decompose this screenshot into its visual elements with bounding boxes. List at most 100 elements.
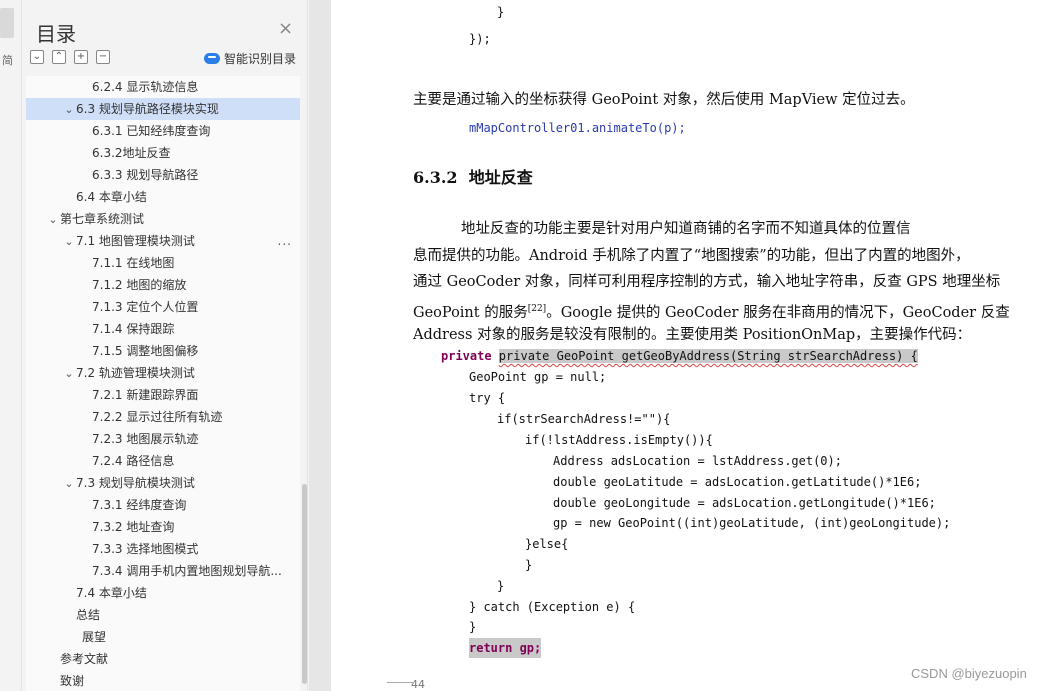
code-line: }	[497, 5, 505, 19]
toc-toolbar: ⌄ ⌃ + −	[30, 50, 110, 68]
code-line: } catch (Exception e) {	[469, 600, 636, 614]
toc-item[interactable]: 6.4 本章小结	[26, 186, 300, 208]
page-number: 44	[411, 678, 425, 691]
toc-item-label: 6.3.1 已知经纬度查询	[92, 124, 211, 138]
toc-item-label: 总结	[76, 608, 101, 622]
toc-item-label: 7.3.1 经纬度查询	[92, 498, 187, 512]
paragraph-line: 息而提供的功能。Android 手机除了内置了“地图搜索”的功能，但出了内置的地…	[413, 248, 970, 264]
code-line: double geoLongitude = adsLocation.getLon…	[553, 496, 936, 510]
toc-item-label: 7.4 本章小结	[76, 586, 147, 600]
toc-item[interactable]: 7.2.1 新建跟踪界面	[26, 384, 300, 406]
chevron-down-icon[interactable]: ⌄	[46, 209, 60, 231]
toc-item[interactable]: 7.2.2 显示过往所有轨迹	[26, 406, 300, 428]
toc-item[interactable]: 7.2.4 路径信息	[26, 450, 300, 472]
code-line: try {	[469, 391, 506, 405]
smart-toc-label: 智能识别目录	[224, 52, 297, 66]
chevron-down-icon[interactable]: ⌄	[62, 99, 76, 121]
toc-item[interactable]: 7.3.2 地址查询	[26, 516, 300, 538]
toc-item[interactable]: 7.4 本章小结	[26, 582, 300, 604]
toc-item[interactable]: 6.3.3 规划导航路径	[26, 164, 300, 186]
toc-item-label: 7.1.5 调整地图偏移	[92, 344, 199, 358]
toc-item[interactable]: 6.2.4 显示轨迹信息	[26, 76, 300, 98]
remove-heading-icon[interactable]: −	[96, 50, 110, 64]
code-line: }	[469, 620, 477, 634]
toc-item-label: 第七章系统测试	[60, 212, 145, 226]
toc-panel-tab[interactable]	[0, 8, 14, 38]
toc-item-label: 6.4 本章小结	[76, 190, 147, 204]
chevron-down-icon[interactable]: ⌄	[62, 473, 76, 495]
code-line: });	[469, 32, 491, 46]
paragraph-text: GeoPoint 的服务	[413, 304, 528, 321]
close-icon[interactable]: ×	[278, 20, 293, 38]
toc-item[interactable]: 7.1.1 在线地图	[26, 252, 300, 274]
code-line: Address adsLocation = lstAddress.get(0);	[553, 454, 842, 468]
toc-item[interactable]: ⌄ 7.3 规划导航模块测试	[26, 472, 300, 494]
code-line: }else{	[525, 537, 569, 551]
toc-item[interactable]: 参考文献	[26, 648, 300, 670]
toc-item-label: 6.3.2地址反查	[92, 146, 171, 160]
toc-item-label: 7.2.2 显示过往所有轨迹	[92, 410, 223, 424]
toc-item-label: 7.2.4 路径信息	[92, 454, 175, 468]
code-text: private GeoPoint getGeoByAddress(String …	[498, 349, 918, 363]
toc-item[interactable]: 7.3.3 选择地图模式	[26, 538, 300, 560]
toc-item-label: 7.2.3 地图展示轨迹	[92, 432, 199, 446]
paragraph-line: 地址反查的功能主要是针对用户知道商铺的名字而不知道具体的位置信	[461, 221, 911, 237]
toc-item[interactable]: 7.2.3 地图展示轨迹	[26, 428, 300, 450]
paragraph-line: Address 对象的服务是较没有限制的。主要使用类 PositionOnMap…	[413, 327, 972, 343]
toc-item-label: 7.3.2 地址查询	[92, 520, 175, 534]
toc-item-label: 6.2.4 显示轨迹信息	[92, 80, 199, 94]
code-line: GeoPoint gp = null;	[469, 370, 607, 384]
toc-item[interactable]: ⌄ 7.2 轨迹管理模块测试	[26, 362, 300, 384]
code-line: return gp;	[469, 638, 542, 658]
toc-panel: 目录 × ⌄ ⌃ + − 智能识别目录 6.2.4 显示轨迹信息 ⌄ 6.3 规划导…	[22, 0, 308, 691]
toc-item-label: 致谢	[60, 674, 85, 688]
heading-text: 地址反查	[468, 168, 533, 187]
smart-toc-button[interactable]: 智能识别目录	[204, 50, 296, 67]
toc-item[interactable]: 6.3.2地址反查	[26, 142, 300, 164]
expand-down-icon[interactable]: ⌄	[30, 50, 44, 64]
code-line: double geoLatitude = adsLocation.getLati…	[553, 475, 922, 489]
paragraph-line: GeoPoint 的服务[22]。Google 提供的 GeoCoder 服务在…	[413, 299, 1010, 323]
toc-item[interactable]: 7.1.3 定位个人位置	[26, 296, 300, 318]
toc-item-label: 7.1.3 定位个人位置	[92, 300, 199, 314]
toc-item-label: 6.3 规划导航路径模块实现	[76, 102, 219, 116]
code-line: gp = new GeoPoint((int)geoLatitude, (int…	[553, 516, 951, 530]
toc-item[interactable]: 7.1.5 调整地图偏移	[26, 340, 300, 362]
toc-item[interactable]: ⌄ 第七章系统测试	[26, 208, 300, 230]
toc-item[interactable]: ⌄ 6.3 规划导航路径模块实现	[26, 98, 300, 120]
toc-item[interactable]: 6.3.1 已知经纬度查询	[26, 120, 300, 142]
toc-item-label: 7.2.1 新建跟踪界面	[92, 388, 199, 402]
toc-item[interactable]: 致谢	[26, 670, 300, 691]
toc-item-label: 7.3.4 调用手机内置地图规划导航...	[92, 564, 282, 578]
citation[interactable]: [22]	[528, 304, 546, 314]
left-rail: 简	[0, 0, 22, 691]
cloud-icon	[204, 53, 220, 64]
code-line: private private GeoPoint getGeoByAddress…	[441, 349, 918, 363]
toc-item-label: 展望	[82, 630, 107, 644]
toc-item[interactable]: 总结	[26, 604, 300, 626]
code-line: }	[525, 558, 533, 572]
toc-item[interactable]: 7.1.4 保持跟踪	[26, 318, 300, 340]
toc-item-label: 7.1 地图管理模块测试	[76, 234, 195, 248]
chevron-down-icon[interactable]: ⌄	[62, 231, 76, 253]
toc-item[interactable]: 展望	[26, 626, 300, 648]
code-line: if(!lstAddress.isEmpty()){	[525, 433, 713, 447]
toc-scrollbar[interactable]	[302, 484, 307, 684]
toc-item[interactable]: 7.3.1 经纬度查询	[26, 494, 300, 516]
toc-item[interactable]: 7.3.4 调用手机内置地图规划导航...	[26, 560, 300, 582]
collapse-up-icon[interactable]: ⌃	[52, 50, 66, 64]
code-line: }	[497, 579, 505, 593]
chevron-down-icon[interactable]: ⌄	[62, 363, 76, 385]
toc-item-label: 7.2 轨迹管理模块测试	[76, 366, 195, 380]
toc-item-label: 7.1.2 地图的缩放	[92, 278, 187, 292]
toc-item[interactable]: 7.1.2 地图的缩放	[26, 274, 300, 296]
watermark: CSDN @biyezuopin	[911, 666, 1027, 681]
toc-item-label: 7.3.3 选择地图模式	[92, 542, 199, 556]
section-heading: 6.3.2 地址反查	[413, 164, 533, 188]
add-heading-icon[interactable]: +	[74, 50, 88, 64]
document-page: } }); 主要是通过输入的坐标获得 GeoPoint 对象，然后使用 MapV…	[331, 0, 1061, 691]
rail-label[interactable]: 简	[2, 52, 13, 68]
toc-item[interactable]: ⌄ 7.1 地图管理模块测试...	[26, 230, 300, 252]
more-options-icon[interactable]: ...	[278, 230, 292, 252]
toc-title: 目录	[36, 22, 76, 46]
